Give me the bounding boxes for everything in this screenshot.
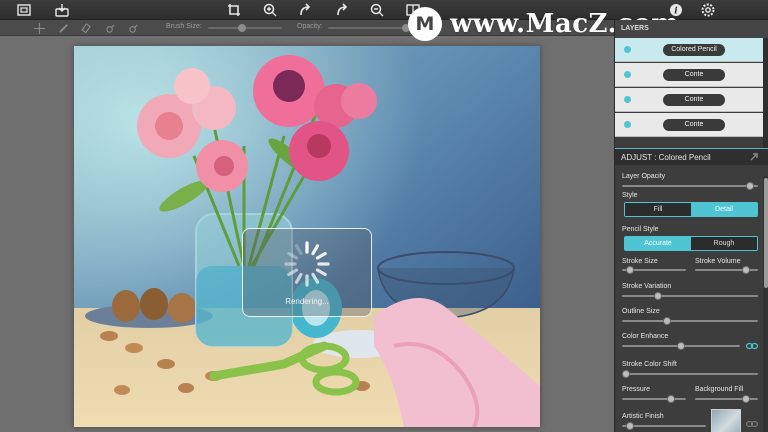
layers-scrollbar[interactable] <box>763 38 768 158</box>
layer-name: Conte <box>663 94 725 106</box>
color-enhance-knob[interactable] <box>677 342 685 350</box>
stroke-variation-label: Stroke Variation <box>622 283 672 290</box>
stroke-size-label: Stroke Size <box>622 258 658 265</box>
layer-visibility-dot[interactable] <box>624 96 631 103</box>
pressure-label: Pressure <box>622 386 651 393</box>
link-icon[interactable] <box>746 420 758 428</box>
background-fill-label: Background Fill <box>695 386 744 393</box>
crop-icon[interactable] <box>226 2 242 18</box>
background-fill-slider[interactable] <box>695 395 758 403</box>
layer-visibility-dot[interactable] <box>624 71 631 78</box>
stroke-variation-slider[interactable] <box>622 292 758 300</box>
undo-icon[interactable] <box>297 2 313 18</box>
style-option-detail[interactable]: Detail <box>691 203 757 216</box>
style-segmented-control[interactable]: Fill Detail <box>624 202 758 217</box>
stroke-size-knob[interactable] <box>626 266 634 274</box>
eraser-tool-icon[interactable] <box>79 21 93 35</box>
right-panel: LAYERS Colored Pencil Conte Conte Conte … <box>614 20 768 432</box>
style-option-fill[interactable]: Fill <box>625 203 691 216</box>
rendering-text: Rendering... <box>285 297 329 306</box>
export-icon[interactable] <box>54 2 70 18</box>
adjust-scrollbar-thumb[interactable] <box>764 178 768 288</box>
move-tool-icon[interactable] <box>32 21 46 35</box>
pencil-style-segmented-control[interactable]: Accurate Rough <box>624 236 758 251</box>
settings-icon[interactable] <box>700 2 716 18</box>
redo-icon[interactable] <box>334 2 350 18</box>
layer-opacity-knob[interactable] <box>746 182 754 190</box>
layer-visibility-dot[interactable] <box>624 121 631 128</box>
layers-title: LAYERS <box>621 25 649 32</box>
app-window: i Brush Size: Opacity: Rendering... M ww… <box>0 0 768 432</box>
layer-row[interactable]: Colored Pencil <box>615 38 763 62</box>
layer-row[interactable]: Conte <box>615 88 763 112</box>
adjust-title: ADJUST : Colored Pencil <box>621 153 711 162</box>
outline-size-slider[interactable] <box>622 317 758 325</box>
stroke-color-shift-knob[interactable] <box>622 370 630 378</box>
outline-size-knob[interactable] <box>663 317 671 325</box>
stroke-variation-knob[interactable] <box>654 292 662 300</box>
stroke-size-slider[interactable] <box>622 266 686 274</box>
stroke-color-shift-slider[interactable] <box>622 370 758 378</box>
zoom-in-icon[interactable] <box>262 2 278 18</box>
brush-size-label: Brush Size: <box>166 23 202 30</box>
artistic-finish-slider[interactable] <box>622 422 706 430</box>
pressure-slider[interactable] <box>622 395 686 403</box>
opacity-label: Opacity: <box>297 23 323 30</box>
artistic-finish-knob[interactable] <box>626 422 634 430</box>
collapse-arrow-icon[interactable] <box>749 152 759 162</box>
brush-tool-icon[interactable] <box>56 21 70 35</box>
layer-visibility-dot[interactable] <box>624 46 631 53</box>
color-enhance-label: Color Enhance <box>622 333 669 340</box>
zoom-out-icon[interactable] <box>369 2 385 18</box>
layer-opacity-slider[interactable] <box>622 182 758 190</box>
opacity-slider[interactable] <box>328 24 418 32</box>
stroke-volume-label: Stroke Volume <box>695 258 741 265</box>
navigator-icon[interactable] <box>16 2 32 18</box>
layer-row[interactable]: Conte <box>615 63 763 87</box>
stroke-volume-slider[interactable] <box>695 266 758 274</box>
rendering-overlay: Rendering... <box>242 228 372 317</box>
smudge-tool-icon[interactable] <box>103 21 117 35</box>
artistic-finish-texture-thumbnail[interactable] <box>711 409 741 432</box>
layer-name: Conte <box>663 119 725 131</box>
layers-header: LAYERS <box>615 20 768 38</box>
stroke-volume-knob[interactable] <box>742 266 750 274</box>
layer-opacity-label: Layer Opacity <box>622 173 666 180</box>
outline-size-label: Outline Size <box>622 308 660 315</box>
loading-spinner-icon <box>284 241 330 287</box>
adjust-header: ADJUST : Colored Pencil <box>615 148 768 165</box>
adjust-scrollbar[interactable] <box>763 176 768 432</box>
layer-name: Colored Pencil <box>663 44 725 56</box>
brush-size-knob[interactable] <box>238 24 246 32</box>
layer-name: Conte <box>663 69 725 81</box>
canvas-area[interactable]: Rendering... <box>0 37 614 432</box>
style-label: Style <box>622 192 638 199</box>
pencil-style-option-rough[interactable]: Rough <box>691 237 757 250</box>
layer-row[interactable]: Conte <box>615 113 763 137</box>
background-fill-knob[interactable] <box>742 395 750 403</box>
color-enhance-slider[interactable] <box>622 342 740 350</box>
pencil-style-label: Pencil Style <box>622 226 659 233</box>
brush-size-slider[interactable] <box>208 24 282 32</box>
watermark-logo: M <box>408 7 442 41</box>
stroke-color-shift-label: Stroke Color Shift <box>622 361 677 368</box>
pencil-style-option-accurate[interactable]: Accurate <box>625 237 691 250</box>
artistic-finish-label: Artistic Finish <box>622 413 664 420</box>
blur-tool-icon[interactable] <box>126 21 140 35</box>
pressure-knob[interactable] <box>667 395 675 403</box>
link-icon[interactable] <box>746 342 758 350</box>
